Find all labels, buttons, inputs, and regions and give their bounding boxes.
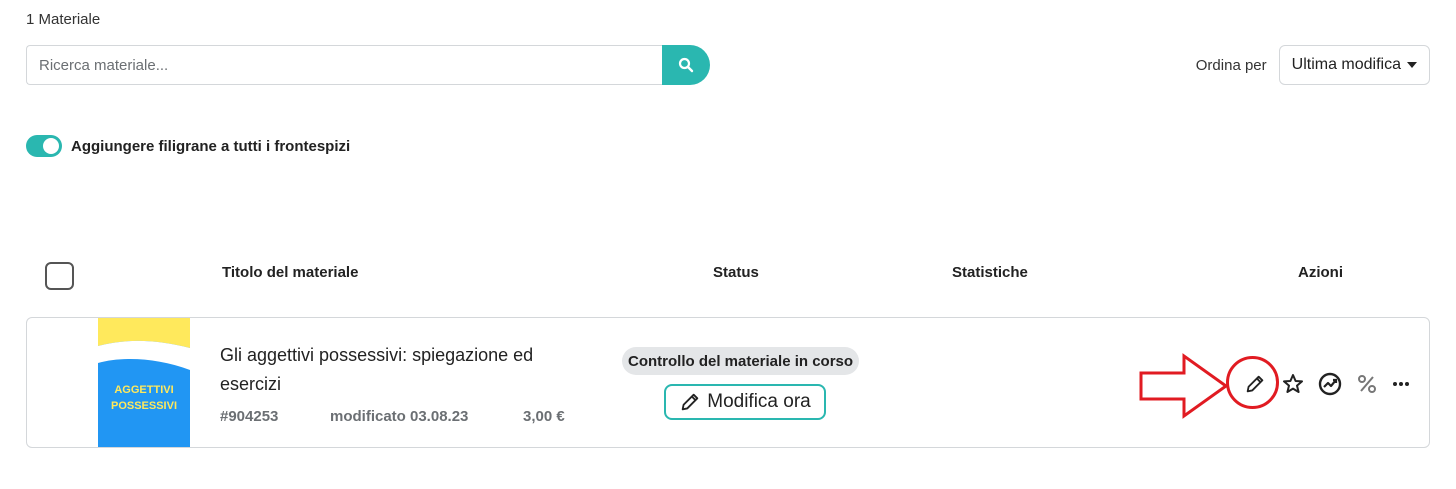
table-header: Titolo del materiale Status Statistiche … [0,258,1456,290]
material-title[interactable]: Gli aggettivi possessivi: spiegazione ed… [220,341,580,399]
search-bar [26,45,710,85]
sort-dropdown[interactable]: Ultima modifica [1278,45,1430,85]
sort-control: Ordina per Ultima modifica [1196,45,1430,85]
thumbnail-text-2: POSSESSIVI [111,400,177,412]
watermark-setting: Aggiungere filigrane a tutti i frontespi… [26,135,350,157]
column-status: Status [713,264,759,281]
annotation-arrow [1139,353,1229,419]
material-modified: modificato 03.08.23 [330,408,469,425]
chevron-down-icon [1407,62,1417,68]
edit-now-label: Modifica ora [707,391,811,412]
search-icon [678,57,694,73]
column-actions: Azioni [1298,264,1343,281]
sort-selected: Ultima modifica [1291,56,1401,73]
material-thumbnail[interactable]: AGGETTIVI POSSESSIVI [98,318,190,447]
column-statistics: Statistiche [952,264,1028,281]
edit-now-button[interactable]: Modifica ora [664,384,826,420]
statistics-button[interactable] [1317,371,1343,397]
materials-count: 1 Materiale [26,11,101,28]
star-icon [1283,374,1303,393]
annotation-circle [1226,356,1279,409]
watermark-toggle[interactable] [26,135,62,157]
pencil-icon [682,393,699,411]
material-id: #904253 [220,408,279,425]
search-input[interactable] [26,45,662,85]
select-all-checkbox[interactable] [45,262,74,290]
material-price: 3,00 € [523,408,565,425]
favorite-button[interactable] [1280,371,1306,397]
stats-icon [1318,372,1342,396]
watermark-label: Aggiungere filigrane a tutti i frontespi… [71,137,351,155]
sort-label: Ordina per [1195,56,1267,74]
search-button[interactable] [662,45,710,85]
status-badge: Controllo del materiale in corso [622,347,860,375]
more-icon [1393,382,1409,386]
discount-button[interactable] [1354,371,1380,397]
column-title: Titolo del materiale [222,264,359,281]
percent-icon [1358,375,1376,393]
more-button[interactable] [1388,371,1414,397]
thumbnail-text-1: AGGETTIVI [114,384,173,396]
